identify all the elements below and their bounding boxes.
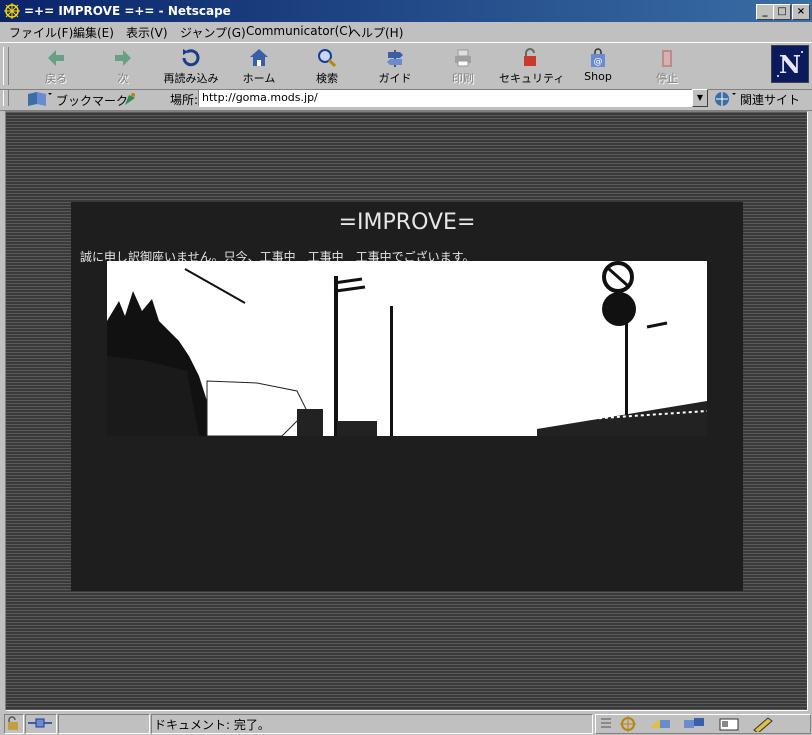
component-bar bbox=[595, 714, 811, 734]
location-label: 場所: bbox=[170, 93, 199, 107]
security-lock-icon bbox=[524, 48, 536, 66]
page-proxy-icon[interactable] bbox=[122, 91, 138, 107]
address-book-icon[interactable] bbox=[718, 716, 740, 732]
newsgroups-icon[interactable] bbox=[682, 716, 706, 732]
related-sites-globe-icon bbox=[715, 92, 736, 106]
print-button[interactable]: 印刷 bbox=[432, 46, 494, 86]
home-icon bbox=[250, 49, 268, 66]
netscape-n-logo-icon: N bbox=[772, 46, 808, 82]
stop-icon bbox=[662, 50, 672, 67]
bookmarks-button[interactable]: ブックマーク bbox=[26, 90, 128, 108]
shopping-bag-icon: @ bbox=[591, 48, 605, 67]
window-titlebar[interactable]: =+= IMPROVE =+= - Netscape _ □ × bbox=[0, 0, 812, 22]
back-label: 戻る bbox=[45, 72, 67, 85]
status-bar: ドキュメント: 完了。 bbox=[0, 712, 812, 735]
guide-label: ガイド bbox=[378, 72, 412, 85]
location-bar: ブックマーク 場所: http://goma.mods.jp/ ▼ 関連サイト bbox=[0, 88, 812, 111]
locationbar-grip[interactable] bbox=[3, 90, 9, 106]
guide-button[interactable]: ガイド bbox=[364, 46, 426, 86]
forward-button[interactable]: 次 bbox=[92, 46, 154, 86]
security-label: セキュリティ bbox=[499, 72, 565, 85]
netscape-app-icon bbox=[4, 3, 20, 19]
url-dropdown-button[interactable]: ▼ bbox=[692, 89, 708, 107]
network-plug-icon bbox=[28, 718, 52, 728]
progress-cell bbox=[58, 714, 150, 734]
search-icon bbox=[318, 49, 337, 68]
print-label: 印刷 bbox=[452, 72, 474, 85]
minimize-button[interactable]: _ bbox=[756, 4, 774, 20]
stop-button[interactable]: 停止 bbox=[636, 46, 698, 86]
reload-icon bbox=[182, 49, 200, 67]
reload-button[interactable]: 再読み込み bbox=[160, 46, 222, 86]
menu-view[interactable]: 表示(V) bbox=[126, 24, 168, 41]
street-photo bbox=[107, 261, 707, 436]
back-button[interactable]: 戻る bbox=[25, 46, 87, 86]
related-sites-label: 関連サイト bbox=[740, 93, 801, 107]
mail-icon[interactable] bbox=[648, 716, 672, 732]
security-status-cell[interactable] bbox=[4, 714, 24, 734]
search-label: 検索 bbox=[316, 72, 338, 85]
shop-button[interactable]: @ Shop bbox=[567, 46, 629, 86]
search-button[interactable]: 検索 bbox=[296, 46, 358, 86]
related-sites-button[interactable]: 関連サイト bbox=[712, 90, 810, 108]
toolbar-grip[interactable] bbox=[3, 47, 9, 85]
page-viewport[interactable]: =IMPROVE= 誠に申し訳御座いません。只今、工事中 工事中 工事中でござい… bbox=[5, 111, 808, 711]
netscape-logo[interactable]: N bbox=[771, 45, 809, 83]
close-button[interactable]: × bbox=[792, 4, 810, 20]
navigation-toolbar: 戻る 次 再読み込み ホーム 検索 ガイド 印刷 セキュリティ @ Shop 停… bbox=[0, 42, 812, 90]
printer-icon bbox=[455, 49, 471, 67]
component-bar-grip-icon[interactable] bbox=[599, 716, 613, 732]
forward-label: 次 bbox=[117, 72, 129, 85]
url-input[interactable]: http://goma.mods.jp/ bbox=[198, 89, 697, 107]
menu-communicator[interactable]: Communicator(C) bbox=[246, 24, 352, 38]
window-title: =+= IMPROVE =+= - Netscape bbox=[24, 4, 231, 18]
connection-status-cell[interactable] bbox=[25, 714, 57, 734]
status-message: ドキュメント: 完了。 bbox=[154, 718, 270, 732]
guide-signpost-icon bbox=[387, 50, 403, 67]
content-panel: =IMPROVE= 誠に申し訳御座いません。只今、工事中 工事中 工事中でござい… bbox=[71, 202, 743, 591]
site-title: =IMPROVE= bbox=[338, 210, 476, 235]
menu-help[interactable]: ヘルプ(H) bbox=[349, 24, 403, 41]
home-button[interactable]: ホーム bbox=[228, 46, 290, 86]
navigator-icon[interactable] bbox=[618, 716, 638, 732]
maximize-button[interactable]: □ bbox=[773, 4, 791, 20]
bookmarks-book-icon bbox=[28, 92, 52, 106]
bookmarks-label: ブックマーク bbox=[56, 94, 129, 108]
home-label: ホーム bbox=[242, 72, 276, 85]
forward-arrow-icon bbox=[115, 50, 131, 66]
street-scene-image bbox=[107, 261, 707, 436]
back-arrow-icon bbox=[48, 50, 64, 66]
menu-file[interactable]: ファイル(F) bbox=[9, 24, 73, 41]
composer-icon[interactable] bbox=[752, 716, 774, 732]
menu-bar: ファイル(F) 編集(E) 表示(V) ジャンプ(G) Communicator… bbox=[0, 22, 812, 41]
security-button[interactable]: セキュリティ bbox=[499, 46, 565, 86]
shop-label: Shop bbox=[584, 70, 612, 83]
svg-text:@: @ bbox=[594, 57, 603, 67]
menu-edit[interactable]: 編集(E) bbox=[73, 24, 114, 41]
unlocked-padlock-icon bbox=[8, 716, 18, 730]
menu-go[interactable]: ジャンプ(G) bbox=[180, 24, 246, 41]
stop-label: 停止 bbox=[656, 72, 678, 85]
reload-label: 再読み込み bbox=[163, 72, 219, 85]
svg-text:N: N bbox=[779, 50, 801, 79]
